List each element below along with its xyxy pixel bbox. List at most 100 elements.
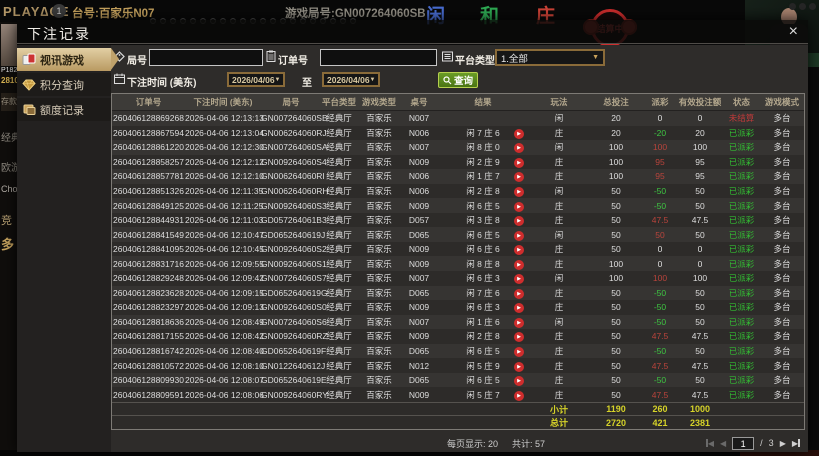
cell-col-9: -50: [653, 375, 667, 386]
replay-button[interactable]: ▶: [514, 361, 524, 372]
cell-col-0: 260406128810572: [113, 360, 184, 371]
cell-col-5: N009: [408, 258, 430, 269]
cell-col-7: 闲: [554, 113, 564, 124]
cell-col-0: 260406128831716: [113, 258, 184, 269]
replay-button[interactable]: ▶: [514, 172, 524, 183]
cell-col-4: 百家乐: [366, 171, 392, 182]
replay-button[interactable]: ▶: [514, 128, 524, 139]
replay-button[interactable]: ▶: [514, 274, 524, 285]
cell-col-8: 50: [611, 229, 621, 240]
cell-col-8: 总投注: [603, 97, 629, 107]
replay-button[interactable]: ▶: [514, 157, 524, 168]
replay-button[interactable]: ▶: [514, 376, 524, 387]
cell-col-11: 已派彩: [728, 316, 755, 327]
cell-col-3: 经典厅: [326, 316, 352, 327]
date-from-value: 2026/04/06: [232, 74, 275, 85]
app-screen: PLAY∆CE 1 台号:百家乐N07 游戏局号:GN007264060SB 闲…: [0, 0, 819, 456]
cell-col-1: 2026-04-06 12:13:04: [185, 127, 264, 138]
bet-time-label: 下注时间 (美东): [127, 78, 197, 89]
table-row: 260406128849125 2026-04-06 12:11:25 GN0092…: [112, 198, 804, 213]
page-input[interactable]: 1: [732, 436, 755, 450]
deposit-button[interactable]: 存款: [1, 93, 17, 111]
background-topbar: PLAY∆CE 1 台号:百家乐N07 游戏局号:GN007264060SB: [0, 0, 819, 22]
cell-col-7: 庄: [554, 215, 564, 226]
cell-col-11: 已派彩: [728, 331, 755, 342]
replay-button[interactable]: ▶: [514, 259, 524, 270]
prev-page-icon[interactable]: ◀: [720, 439, 726, 448]
table-row: 260406128851326 2026-04-06 12:11:35 GN0062…: [112, 183, 804, 199]
pagination-bar: 每页显示: 20 共计: 57 ◀ ◀ 1 / 3 ▶ ▶: [111, 436, 808, 450]
date-from-picker[interactable]: 2026/04/06 ▼: [227, 72, 285, 87]
table-name-label: 台号:百家乐N07: [72, 8, 155, 20]
cell-col-7: 庄: [554, 389, 564, 400]
cell-col-2: GD0652640619J: [261, 229, 326, 240]
replay-button[interactable]: ▶: [514, 303, 524, 314]
date-to-picker[interactable]: 2026/04/06 ▼: [322, 72, 380, 87]
cell-col-3: 经典厅: [326, 287, 352, 298]
lobby-nav-item[interactable]: 经典: [1, 129, 17, 144]
search-button[interactable]: 查询: [438, 72, 479, 88]
page-total: 3: [768, 438, 774, 448]
cell-col-2: GN006264060RI: [261, 171, 325, 182]
replay-button[interactable]: ▶: [514, 317, 524, 328]
cell-col-11: 已派彩: [728, 273, 755, 284]
sidebar-item-quota-records[interactable]: 额度记录: [17, 98, 111, 121]
sidebar-item-video-games[interactable]: 视讯游戏: [17, 48, 119, 71]
lobby-nav-item[interactable]: 欧游: [1, 159, 17, 174]
platform-select[interactable]: 1.全部 ▼: [495, 49, 605, 66]
replay-button[interactable]: ▶: [514, 201, 524, 212]
cell-col-12: 多台: [773, 258, 791, 269]
cell-col-6: 闲 6 庄 6 ▶: [437, 243, 529, 256]
cell-col-10: 100: [692, 142, 708, 153]
cell-col-10: 50: [695, 186, 705, 196]
cell-col-1: 2026-04-06 12:09:15: [185, 287, 264, 298]
first-page-icon[interactable]: ◀: [705, 439, 714, 448]
sidebar-item-label: 额度记录: [40, 104, 84, 117]
cell-col-3: 经典厅: [326, 171, 352, 182]
cell-col-0: 260406128809591: [113, 389, 184, 400]
next-page-icon[interactable]: ▶: [780, 439, 786, 448]
table-row: 260406128817155 2026-04-06 12:08:42 GN0092…: [112, 329, 804, 344]
replay-button[interactable]: ▶: [514, 288, 524, 299]
lobby-nav-item[interactable]: Cho: [1, 184, 17, 194]
cell-col-0: 260406128841095: [113, 244, 184, 255]
cell-col-7: 玩法: [550, 97, 568, 107]
replay-button[interactable]: ▶: [514, 143, 524, 154]
replay-button[interactable]: ▶: [514, 187, 524, 197]
sidebar-item-points-query[interactable]: 积分查询: [17, 73, 111, 96]
cell-col-7: 庄: [554, 200, 564, 211]
cell-col-11: 状态: [732, 97, 750, 107]
close-icon[interactable]: ×: [785, 21, 802, 43]
order-input[interactable]: [320, 49, 437, 66]
balance-label: 2810: [1, 76, 17, 85]
replay-button[interactable]: ▶: [514, 390, 524, 401]
cell-col-10: 47.5: [691, 389, 709, 400]
cell-col-4: 百家乐: [366, 273, 392, 284]
cell-col-2: GD0652640619F: [261, 346, 327, 357]
lobby-nav-item[interactable]: 竞: [1, 212, 12, 228]
cell-col-8: 2720: [605, 417, 627, 428]
to-label: 至: [302, 78, 312, 89]
cell-col-11: 已派彩: [728, 244, 755, 255]
cell-col-12: 多台: [773, 156, 791, 167]
cell-col-7: 庄: [554, 171, 564, 182]
replay-button[interactable]: ▶: [514, 230, 524, 241]
cell-col-2: GN009264060S3: [261, 200, 327, 211]
round-input[interactable]: [149, 49, 263, 66]
replay-button[interactable]: ▶: [514, 347, 524, 358]
last-page-icon[interactable]: ▶: [792, 439, 800, 448]
cell-col-8: 50: [611, 389, 621, 400]
replay-button[interactable]: ▶: [514, 216, 524, 227]
replay-button[interactable]: ▶: [514, 245, 524, 256]
cell-col-9: 100: [652, 273, 668, 284]
username-label: P182: [1, 67, 17, 74]
cell-col-12: 多台: [773, 244, 791, 255]
replay-button[interactable]: ▶: [514, 332, 524, 343]
cell-col-1: 2026-04-06 12:09:55: [185, 258, 264, 269]
cell-col-12: 多台: [773, 127, 791, 138]
cell-col-0: 260406128844931: [113, 215, 184, 226]
cell-col-6: 闲 5 庄 7 ▶: [437, 389, 529, 401]
lobby-nav-item[interactable]: 多: [1, 234, 14, 253]
cell-col-3: 经典厅: [326, 375, 352, 386]
cell-col-7: 庄: [554, 287, 564, 298]
